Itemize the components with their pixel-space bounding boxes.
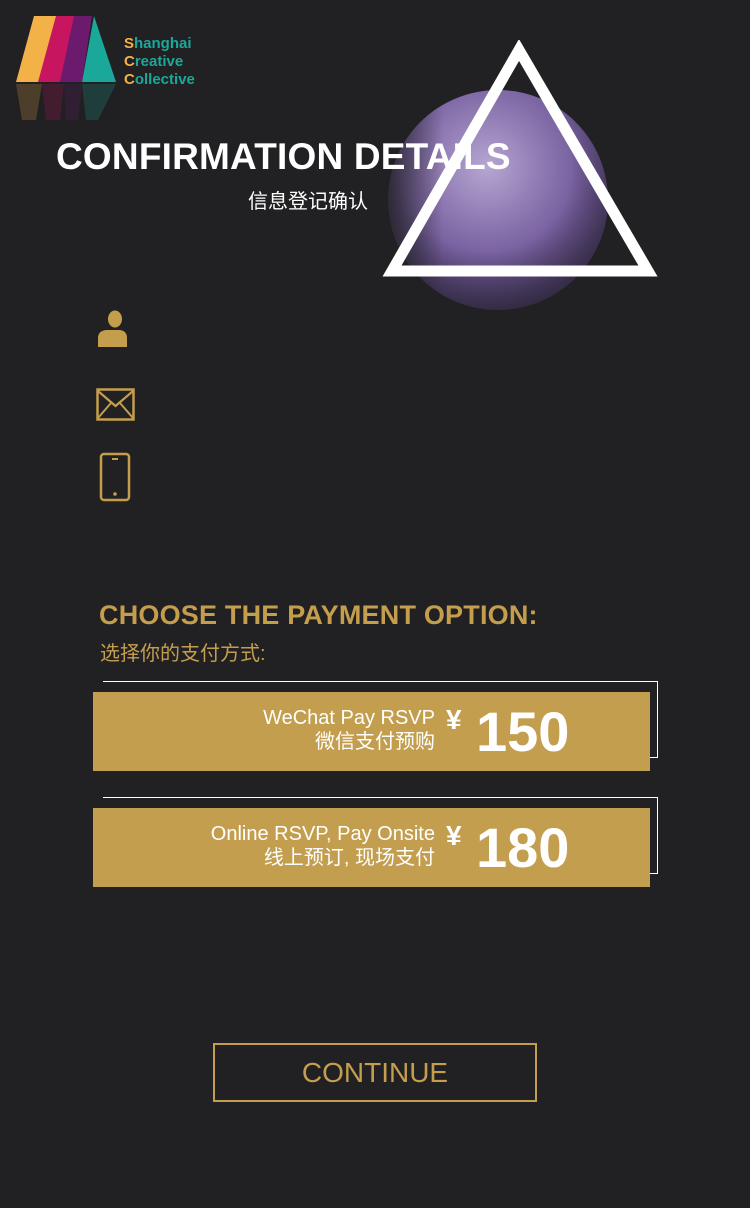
phone-icon[interactable] — [96, 452, 136, 504]
currency-symbol: ¥ — [446, 704, 462, 735]
option-label-cn: 线上预订, 现场支付 — [263, 847, 435, 869]
brand-initial: C — [124, 53, 135, 70]
option-card[interactable]: WeChat Pay RSVP 微信支付预购 ¥ 150 — [93, 692, 650, 771]
option-price: 150 — [476, 700, 570, 763]
option-label-en: WeChat Pay RSVP — [263, 707, 435, 729]
page-subtitle: 信息登记确认 — [248, 191, 368, 213]
option-price: 180 — [476, 816, 570, 879]
page-title: CONFIRMATION DETAILS — [56, 136, 511, 177]
brand-logo-mark — [16, 16, 120, 121]
option-label: WeChat Pay RSVP 微信支付预购 — [263, 706, 435, 754]
payment-heading: CHOOSE THE PAYMENT OPTION: — [99, 600, 538, 630]
option-label-cn: 微信支付预购 — [315, 731, 435, 753]
currency-symbol: ¥ — [446, 820, 462, 851]
decorative-triangle — [380, 40, 658, 320]
payment-option-onsite[interactable]: Online RSVP, Pay Onsite 线上预订, 现场支付 ¥ 180 — [93, 797, 663, 889]
brand-initial: S — [124, 35, 135, 52]
brand-initial: C — [124, 71, 135, 88]
brand-word: hanghai — [134, 35, 192, 52]
option-label: Online RSVP, Pay Onsite 线上预订, 现场支付 — [211, 822, 435, 870]
payment-option-wechat[interactable]: WeChat Pay RSVP 微信支付预购 ¥ 150 — [93, 681, 663, 773]
brand-word: reative — [134, 53, 184, 70]
brand-name: Shanghai Creative Collective — [124, 35, 195, 89]
mail-icon[interactable] — [96, 388, 136, 422]
payment-subheading: 选择你的支付方式: — [100, 643, 266, 665]
option-card[interactable]: Online RSVP, Pay Onsite 线上预订, 现场支付 ¥ 180 — [93, 808, 650, 887]
user-icon[interactable] — [96, 310, 128, 348]
option-label-en: Online RSVP, Pay Onsite — [210, 823, 435, 845]
brand-logo: Shanghai Creative Collective — [16, 16, 206, 126]
brand-word: ollective — [134, 71, 195, 88]
continue-button[interactable]: CONTINUE — [213, 1043, 537, 1102]
